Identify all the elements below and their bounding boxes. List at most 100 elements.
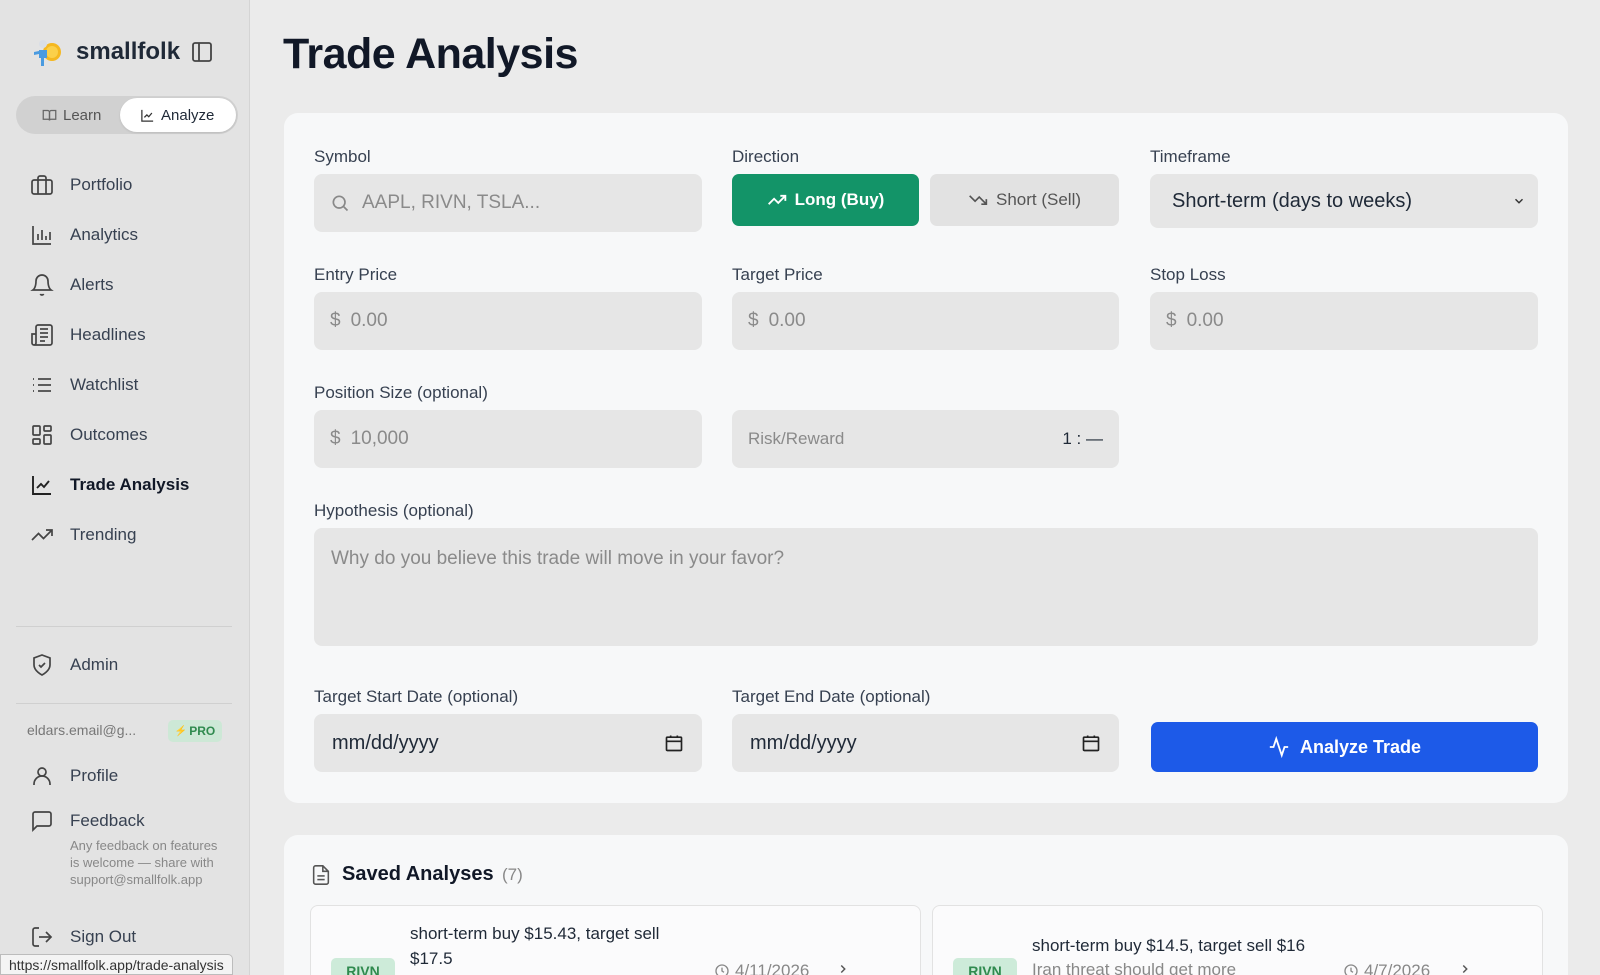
entry-price-input[interactable]: $ 0.00 xyxy=(314,292,702,350)
sidebar-item-label: Sign Out xyxy=(70,927,137,946)
log-out-icon xyxy=(32,927,53,947)
start-date-label: Target Start Date (optional) xyxy=(314,687,519,706)
risk-reward-value: 1 : — xyxy=(1062,429,1103,448)
hypothesis-placeholder: Why do you believe this trade will move … xyxy=(331,548,785,569)
target-price-input[interactable]: $ 0.00 xyxy=(732,292,1119,350)
target-price-placeholder: 0.00 xyxy=(768,310,806,331)
sidebar-item-headlines[interactable]: Headlines xyxy=(30,320,146,350)
short-sell-button[interactable]: Short (Sell) xyxy=(930,174,1119,226)
feedback-note: Any feedback on features is welcome — sh… xyxy=(70,838,218,887)
briefcase-icon xyxy=(31,175,53,195)
calendar-icon[interactable] xyxy=(664,733,684,753)
symbol-input[interactable]: AAPL, RIVN, TSLA... xyxy=(314,174,702,232)
long-buy-label: Long (Buy) xyxy=(794,190,885,209)
status-url-bar: https://smallfolk.app/trade-analysis xyxy=(0,954,233,975)
mode-analyze-label: Analyze xyxy=(161,106,215,124)
user-icon xyxy=(33,767,51,785)
symbol-placeholder: AAPL, RIVN, TSLA... xyxy=(362,192,541,213)
sidebar-item-sign-out[interactable]: Sign Out xyxy=(30,922,136,952)
sidebar-item-alerts[interactable]: Alerts xyxy=(30,270,113,300)
end-date-label: Target End Date (optional) xyxy=(732,687,931,706)
calendar-icon[interactable] xyxy=(1081,733,1101,753)
bolt-icon: ⚡ xyxy=(174,725,188,737)
hypothesis-label: Hypothesis (optional) xyxy=(314,501,474,520)
smallfolk-logo-icon xyxy=(30,34,66,70)
bar-chart-icon xyxy=(32,226,51,245)
mode-learn-label: Learn xyxy=(63,106,102,124)
saved-analyses-count: (7) xyxy=(502,865,523,884)
mode-switch: Learn Analyze xyxy=(16,96,238,134)
sidebar-item-label: Watchlist xyxy=(70,375,139,394)
sidebar-item-trending[interactable]: Trending xyxy=(30,520,136,550)
timeframe-value: Short-term (days to weeks) xyxy=(1172,189,1413,212)
analysis-date-text: 4/11/2026 xyxy=(735,961,810,975)
entry-price-placeholder: 0.00 xyxy=(350,310,388,331)
chevron-down-icon xyxy=(1514,198,1524,204)
analysis-date: 4/7/2026 xyxy=(1343,961,1430,975)
sidebar-divider xyxy=(16,703,232,704)
direction-label: Direction xyxy=(732,147,800,166)
analyze-trade-button[interactable]: Analyze Trade xyxy=(1151,722,1538,772)
sidebar-item-label: Headlines xyxy=(70,325,146,344)
chevron-right-icon[interactable] xyxy=(836,962,850,975)
sidebar-item-label: Alerts xyxy=(70,275,114,294)
clock-icon xyxy=(715,964,729,975)
brand[interactable]: smallfolk xyxy=(30,34,180,70)
sidebar-item-watchlist[interactable]: Watchlist xyxy=(30,370,138,400)
hypothesis-textarea[interactable]: Why do you believe this trade will move … xyxy=(314,528,1538,646)
analysis-date: 4/11/2026 xyxy=(714,961,809,975)
sidebar-item-admin[interactable]: Admin xyxy=(30,650,118,680)
saved-analyses-title: Saved Analyses xyxy=(342,863,494,885)
timeframe-select[interactable]: Short-term (days to weeks) xyxy=(1150,174,1538,228)
sidebar-item-label: Profile xyxy=(70,766,119,785)
sidebar-item-analytics[interactable]: Analytics xyxy=(30,220,138,250)
mode-learn-button[interactable]: Learn xyxy=(20,98,118,132)
analysis-title-line: short-term buy $14.5, target sell $16 xyxy=(1032,936,1306,955)
sidebar-item-profile[interactable]: Profile xyxy=(30,761,118,791)
trending-up-icon xyxy=(31,529,53,541)
search-icon xyxy=(332,195,349,212)
sidebar-divider xyxy=(16,626,232,627)
sidebar-item-label: Feedback xyxy=(70,811,145,830)
sidebar-item-label: Trade Analysis xyxy=(70,475,190,494)
long-buy-button[interactable]: Long (Buy) xyxy=(732,174,919,226)
clock-icon xyxy=(1344,964,1358,975)
start-date-placeholder: mm/dd/yyyy xyxy=(332,731,439,754)
mode-analyze-button[interactable]: Analyze xyxy=(120,98,236,132)
activity-icon xyxy=(1269,736,1289,758)
chart-line-icon xyxy=(141,109,154,122)
page-title: Trade Analysis xyxy=(283,30,578,78)
pro-badge-label: PRO xyxy=(189,724,216,738)
line-chart-icon xyxy=(32,476,51,495)
sidebar-item-outcomes[interactable]: Outcomes xyxy=(30,420,147,450)
grid-icon xyxy=(32,425,52,445)
sidebar-item-label: Portfolio xyxy=(70,175,133,194)
message-square-icon xyxy=(32,811,52,833)
end-date-placeholder: mm/dd/yyyy xyxy=(750,731,857,754)
symbol-badge: RIVN xyxy=(953,958,1017,975)
analyze-trade-label: Analyze Trade xyxy=(1299,736,1422,757)
sidebar-item-trade-analysis[interactable]: Trade Analysis xyxy=(30,470,189,500)
shield-check-icon xyxy=(33,654,51,676)
sidebar-item-portfolio[interactable]: Portfolio xyxy=(30,170,132,200)
short-sell-label: Short (Sell) xyxy=(995,190,1082,209)
position-size-input[interactable]: $ 10,000 xyxy=(314,410,702,468)
stop-loss-input[interactable]: $ 0.00 xyxy=(1150,292,1538,350)
risk-reward-label: Risk/Reward xyxy=(748,429,845,448)
currency-prefix: $ xyxy=(1166,310,1177,331)
sidebar-item-label: Outcomes xyxy=(70,425,148,444)
sidebar-item-label: Analytics xyxy=(70,225,139,244)
symbol-badge: RIVN xyxy=(331,958,395,975)
start-date-input[interactable]: mm/dd/yyyy xyxy=(314,714,702,772)
chevron-right-icon[interactable] xyxy=(1458,962,1472,975)
target-price-label: Target Price xyxy=(732,265,823,284)
analysis-date-text: 4/7/2026 xyxy=(1364,961,1431,975)
risk-reward-display: Risk/Reward 1 : — xyxy=(732,410,1119,468)
end-date-input[interactable]: mm/dd/yyyy xyxy=(732,714,1119,772)
trending-up-icon xyxy=(767,194,786,205)
user-email: eldars.email@g... xyxy=(27,722,137,738)
stop-loss-label: Stop Loss xyxy=(1150,265,1226,284)
sidebar-collapse-icon[interactable] xyxy=(190,40,214,64)
sidebar-item-feedback[interactable]: Feedback xyxy=(30,806,145,836)
analysis-title-line: $17.5 xyxy=(410,949,453,968)
